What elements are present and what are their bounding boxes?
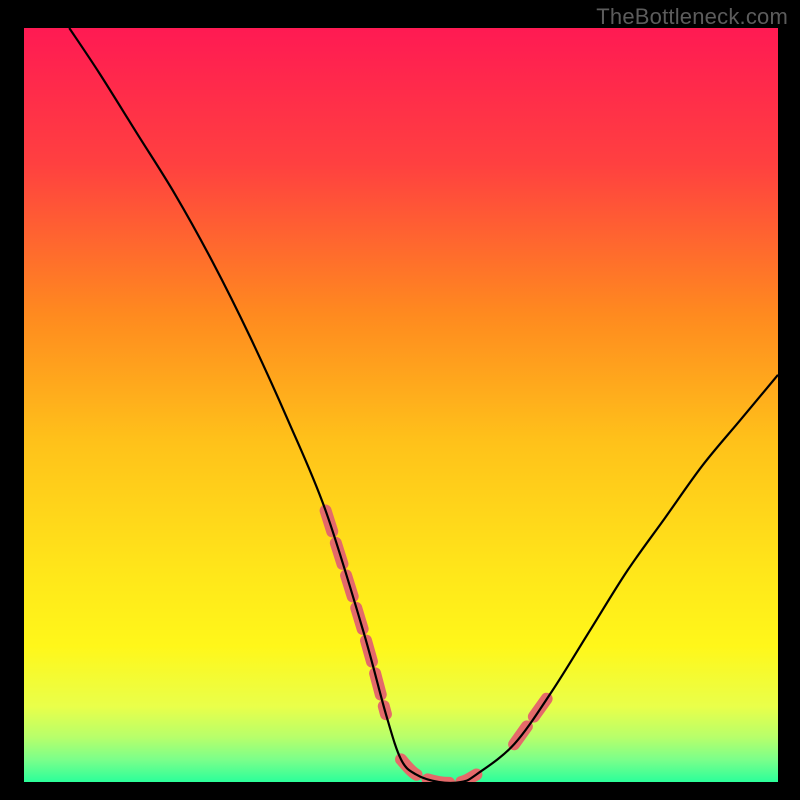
chart-container: TheBottleneck.com <box>0 0 800 800</box>
chart-background-gradient <box>24 28 778 782</box>
bottleneck-chart <box>0 0 800 800</box>
watermark-text: TheBottleneck.com <box>596 4 788 30</box>
